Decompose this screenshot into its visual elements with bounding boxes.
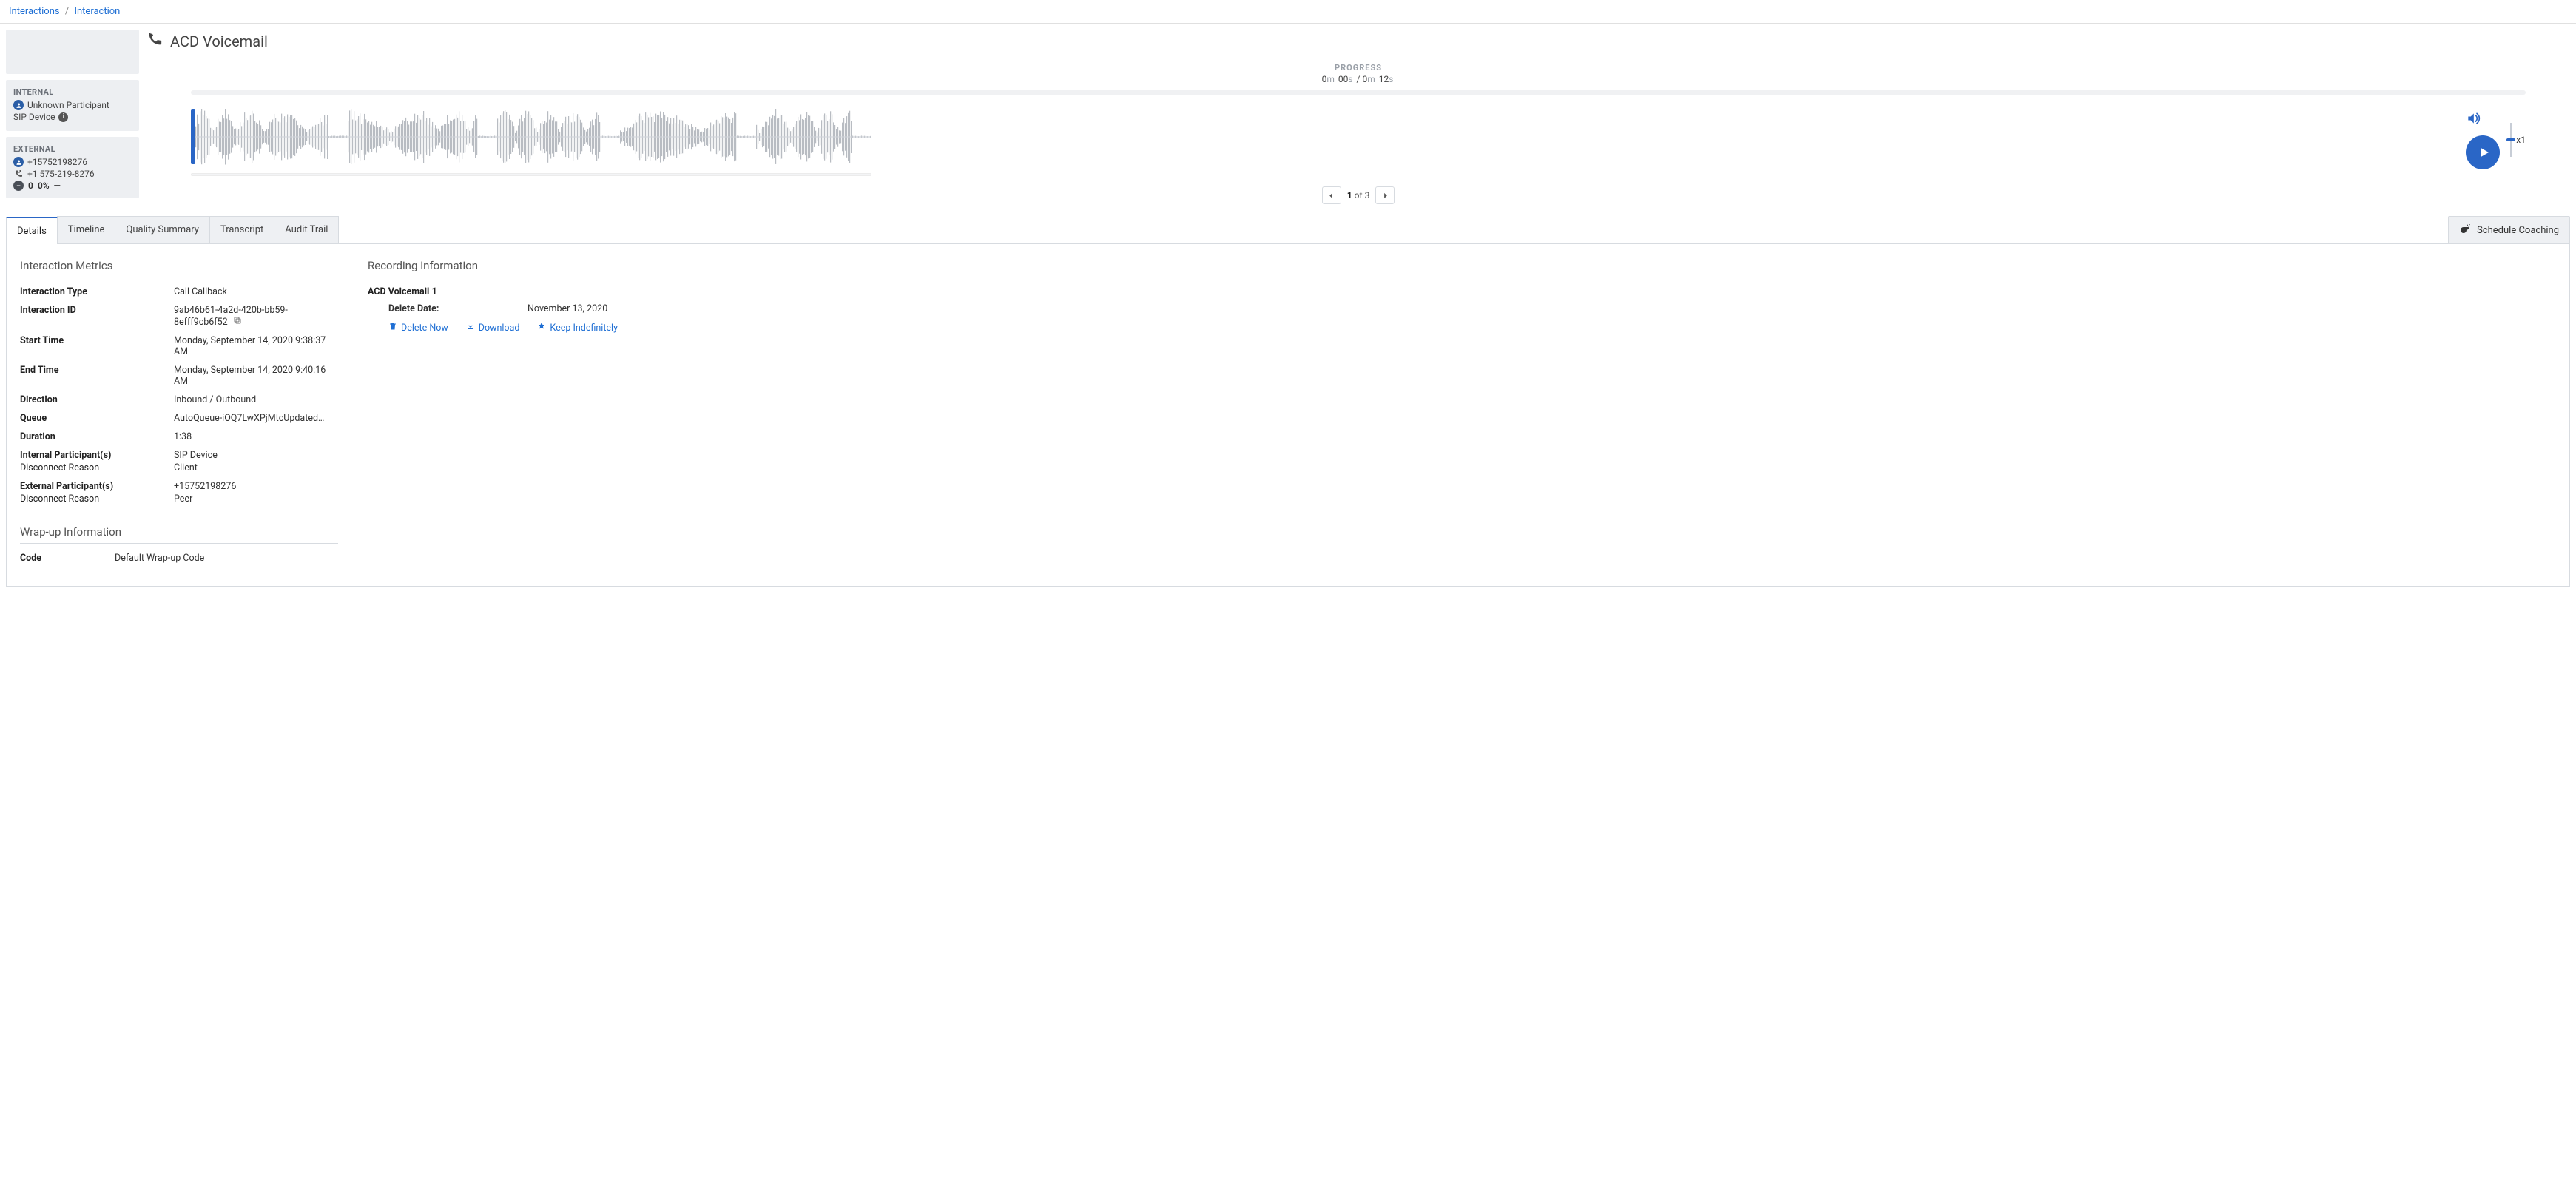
tab-timeline[interactable]: Timeline (57, 216, 116, 243)
details-panel: Interaction Metrics Interaction Type Cal… (6, 244, 2570, 587)
external-participant-card: EXTERNAL +15752198276 +1 575-219-8276 − … (6, 137, 139, 198)
info-icon[interactable]: i (58, 112, 68, 122)
progress-time: 0m 00s / 0m 12s (191, 74, 2526, 84)
phone-icon (146, 31, 163, 51)
trash-icon (388, 322, 397, 334)
metric-end-value: Monday, September 14, 2020 9:40:16 AM (174, 365, 338, 387)
wrapup-code-value: Default Wrap-up Code (115, 553, 338, 564)
whistle-icon (2459, 223, 2471, 237)
metric-id-value: 9ab46b61-4a2d-420b-bb59-8efff9cb6f52 (174, 305, 338, 328)
audio-waveform[interactable] (191, 104, 2448, 170)
schedule-coaching-button[interactable]: Schedule Coaching (2448, 216, 2570, 243)
volume-icon[interactable] (2466, 111, 2481, 129)
minus-icon: − (13, 181, 24, 191)
copy-icon[interactable] (233, 317, 242, 328)
metric-end-label: End Time (20, 365, 161, 387)
recording-info-heading: Recording Information (368, 259, 678, 277)
external-label: EXTERNAL (13, 144, 132, 154)
pager-prev-button[interactable] (1322, 186, 1341, 204)
internal-participant-card: INTERNAL Unknown Participant SIP Device … (6, 80, 139, 131)
pin-icon (537, 322, 546, 334)
metric-external-participant-value: +15752198276 Peer (174, 481, 338, 505)
tab-details[interactable]: Details (6, 217, 58, 244)
pager-next-button[interactable] (1375, 186, 1395, 204)
external-stat-a: 0 (28, 181, 33, 191)
metric-internal-participant-label: Internal Participant(s) Disconnect Reaso… (20, 450, 161, 473)
metric-direction-value: Inbound / Outbound (174, 394, 338, 405)
metric-external-participant-label: External Participant(s) Disconnect Reaso… (20, 481, 161, 505)
breadcrumb-root-link[interactable]: Interactions (9, 6, 60, 17)
pager-text: 1 of 3 (1347, 190, 1370, 200)
external-stat-b: 0% (38, 181, 50, 191)
external-stat-c: — (54, 181, 61, 191)
play-button[interactable] (2466, 135, 2500, 169)
progress-bar[interactable] (191, 90, 2526, 95)
tab-audit-trail[interactable]: Audit Trail (274, 216, 339, 243)
metric-duration-value: 1:38 (174, 431, 338, 442)
playhead[interactable] (191, 109, 195, 164)
phone-outbound-icon (13, 169, 24, 178)
tab-transcript[interactable]: Transcript (209, 216, 274, 243)
metric-queue-label: Queue (20, 413, 161, 424)
internal-label: INTERNAL (13, 87, 132, 97)
tab-quality-summary[interactable]: Quality Summary (115, 216, 210, 243)
recording-delete-date-value: November 13, 2020 (527, 303, 678, 314)
download-link[interactable]: Download (466, 322, 520, 334)
breadcrumb: Interactions / Interaction (0, 0, 2576, 24)
progress-label: PROGRESS (191, 63, 2526, 72)
breadcrumb-separator: / (65, 6, 69, 17)
recording-name: ACD Voicemail 1 (368, 286, 678, 297)
page-title: ACD Voicemail (170, 33, 268, 50)
metric-type-label: Interaction Type (20, 286, 161, 297)
internal-participant-name: Unknown Participant (27, 100, 109, 110)
metric-queue-value: AutoQueue-iOQ7LwXPjMtcUpdated… (174, 413, 338, 424)
tab-bar: Details Timeline Quality Summary Transcr… (6, 216, 338, 243)
external-phone-fmt: +1 575-219-8276 (27, 169, 95, 179)
metric-start-value: Monday, September 14, 2020 9:38:37 AM (174, 335, 338, 357)
recording-delete-date-label: Delete Date: (388, 303, 514, 314)
interaction-metrics-heading: Interaction Metrics (20, 259, 338, 277)
person-icon (13, 100, 24, 110)
metric-start-label: Start Time (20, 335, 161, 357)
breadcrumb-current-link[interactable]: Interaction (74, 6, 120, 17)
person-icon (13, 157, 24, 167)
delete-now-link[interactable]: Delete Now (388, 322, 448, 334)
metric-duration-label: Duration (20, 431, 161, 442)
metric-type-value: Call Callback (174, 286, 338, 297)
metric-id-label: Interaction ID (20, 305, 161, 328)
metric-internal-participant-value: SIP Device Client (174, 450, 338, 473)
internal-device: SIP Device (13, 112, 55, 122)
wrapup-code-label: Code (20, 553, 101, 564)
speed-label: x1 (2516, 135, 2526, 145)
participant-card-empty (6, 30, 139, 74)
keep-indefinitely-link[interactable]: Keep Indefinitely (537, 322, 618, 334)
metric-direction-label: Direction (20, 394, 161, 405)
external-phone-raw: +15752198276 (27, 157, 87, 167)
speed-slider[interactable]: x1 (2510, 123, 2526, 157)
wrapup-heading: Wrap-up Information (20, 525, 338, 544)
download-icon (466, 322, 475, 334)
waveform-scrollbar[interactable] (191, 173, 871, 176)
